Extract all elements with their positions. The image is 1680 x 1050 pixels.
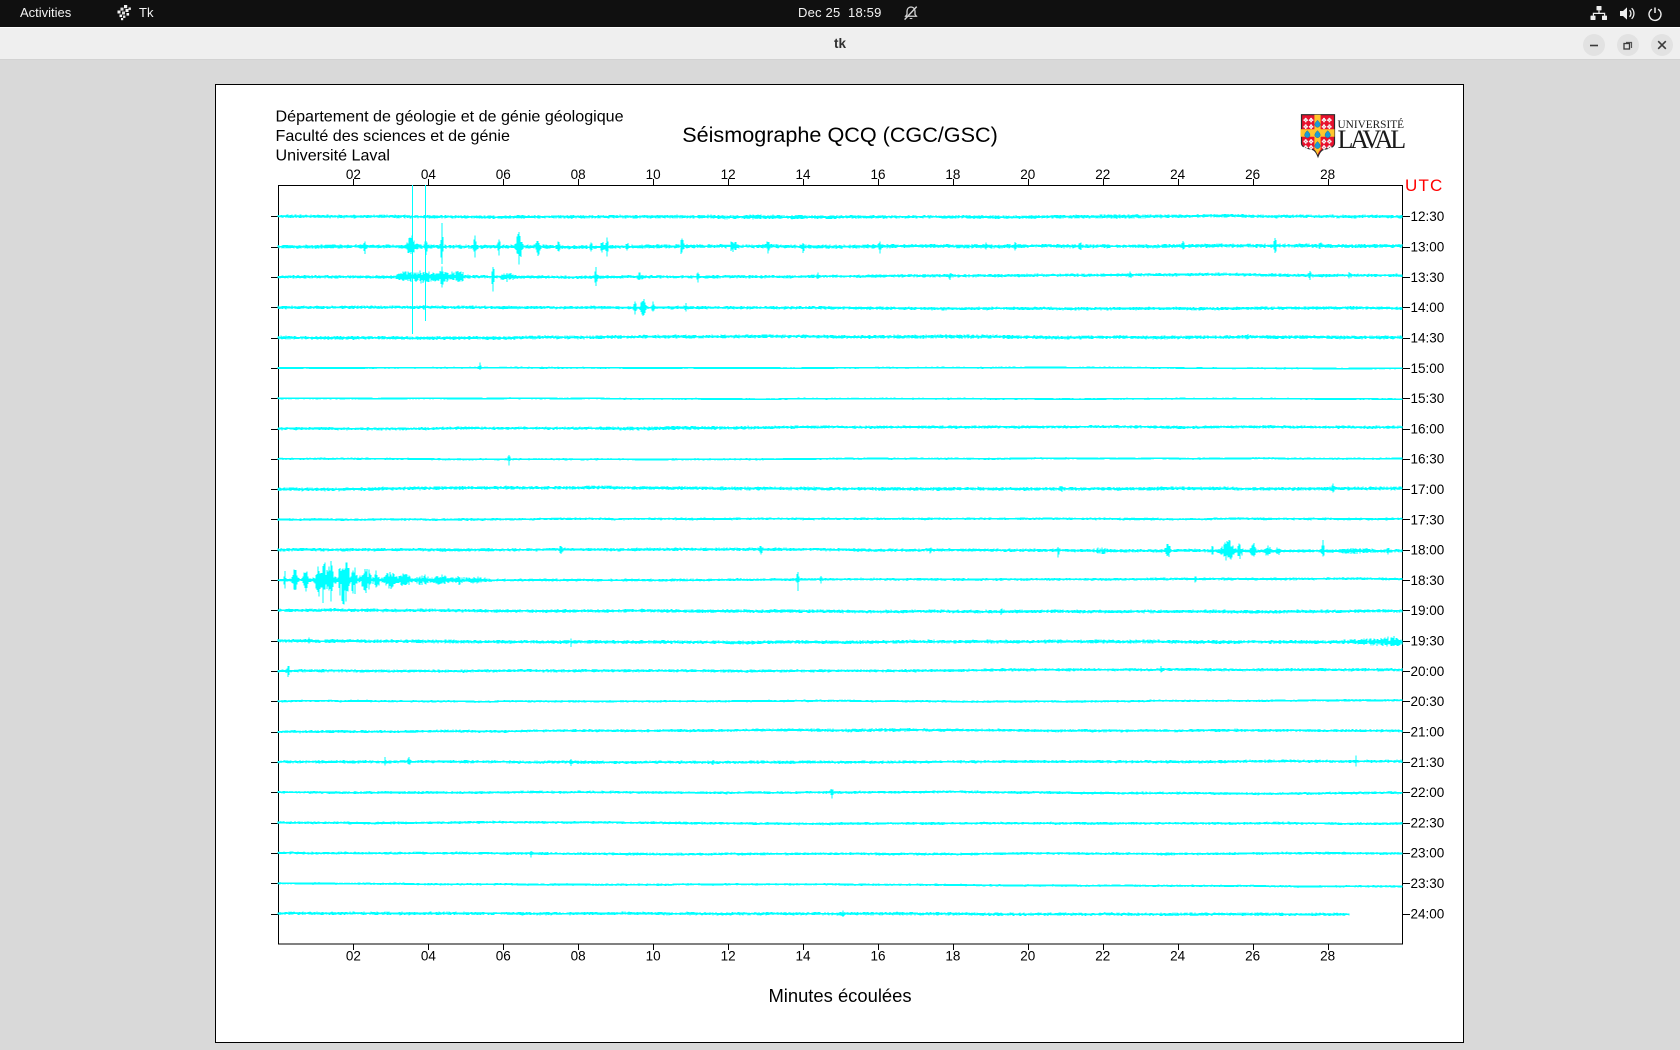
svg-text:08: 08 [571,167,586,182]
svg-text:06: 06 [496,167,511,182]
svg-text:16:00: 16:00 [1411,421,1445,436]
svg-text:20:00: 20:00 [1411,664,1445,679]
svg-text:26: 26 [1245,949,1260,964]
svg-text:12: 12 [721,167,736,182]
svg-text:04: 04 [421,949,437,964]
svg-text:12:30: 12:30 [1411,209,1445,224]
svg-text:12: 12 [721,949,736,964]
svg-text:04: 04 [421,167,437,182]
svg-text:21:30: 21:30 [1411,755,1445,770]
svg-text:13:00: 13:00 [1411,240,1445,255]
svg-text:14: 14 [795,949,811,964]
svg-text:20: 20 [1020,949,1035,964]
svg-text:21:00: 21:00 [1411,725,1445,740]
svg-text:15:30: 15:30 [1411,391,1445,406]
svg-text:14:00: 14:00 [1411,300,1445,315]
svg-text:23:30: 23:30 [1411,876,1445,891]
svg-text:LAVAL: LAVAL [1338,125,1406,154]
svg-text:Minutes écoulées: Minutes écoulées [768,985,911,1006]
svg-text:17:30: 17:30 [1411,512,1445,527]
svg-text:UTC: UTC [1405,176,1444,195]
svg-text:28: 28 [1320,949,1335,964]
svg-text:10: 10 [646,167,661,182]
svg-text:22:00: 22:00 [1411,785,1445,800]
svg-text:19:00: 19:00 [1411,603,1445,618]
svg-text:22:30: 22:30 [1411,815,1445,830]
svg-text:Séismographe QCQ (CGC/GSC): Séismographe QCQ (CGC/GSC) [682,122,998,147]
svg-text:24:00: 24:00 [1411,906,1445,921]
svg-text:26: 26 [1245,167,1260,182]
svg-text:Faculté des sciences et de gén: Faculté des sciences et de génie [276,127,510,145]
svg-text:19:30: 19:30 [1411,634,1445,649]
svg-text:18: 18 [945,949,960,964]
svg-text:14: 14 [795,167,811,182]
svg-text:02: 02 [346,167,361,182]
svg-text:17:00: 17:00 [1411,482,1445,497]
svg-text:16:30: 16:30 [1411,452,1445,467]
svg-text:18:30: 18:30 [1411,573,1445,588]
svg-text:06: 06 [496,949,511,964]
svg-text:Département de géologie et de: Département de géologie et de génie géol… [276,108,624,126]
svg-text:24: 24 [1170,167,1186,182]
svg-text:16: 16 [870,167,885,182]
svg-text:20:30: 20:30 [1411,694,1445,709]
svg-text:13:30: 13:30 [1411,270,1445,285]
svg-text:22: 22 [1095,167,1110,182]
svg-text:14:30: 14:30 [1411,330,1445,345]
svg-text:28: 28 [1320,167,1335,182]
svg-text:15:00: 15:00 [1411,361,1445,376]
svg-text:20: 20 [1020,167,1035,182]
svg-text:10: 10 [646,949,661,964]
svg-text:08: 08 [571,949,586,964]
svg-text:02: 02 [346,949,361,964]
svg-text:23:00: 23:00 [1411,846,1445,861]
svg-text:16: 16 [870,949,885,964]
svg-text:24: 24 [1170,949,1186,964]
svg-text:18: 18 [945,167,960,182]
svg-text:22: 22 [1095,949,1110,964]
svg-text:Université Laval: Université Laval [276,147,391,165]
svg-text:18:00: 18:00 [1411,543,1445,558]
